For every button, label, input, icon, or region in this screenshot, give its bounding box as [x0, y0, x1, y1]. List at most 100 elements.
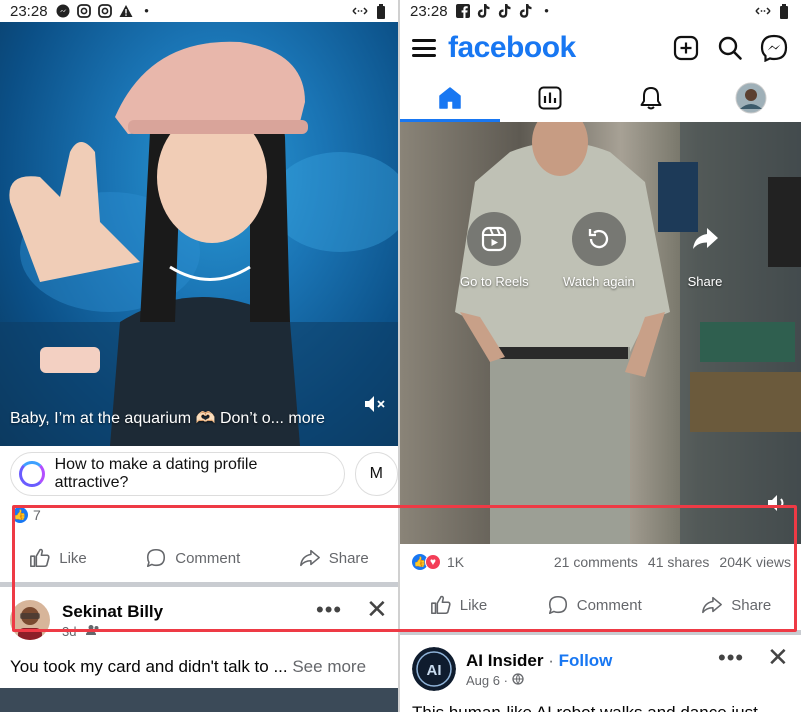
ai-suggestion-chip[interactable]: M — [354, 452, 398, 496]
love-reaction-icon: ♥ — [425, 554, 441, 570]
avatar[interactable] — [10, 600, 50, 640]
status-time: 23:28 — [10, 2, 48, 20]
engagement-stats: 21 comments 41 shares 204K views — [554, 554, 791, 570]
chip-label: M — [369, 465, 383, 482]
video-frame-art — [0, 41, 398, 446]
comment-icon — [548, 595, 567, 615]
create-post-icon[interactable] — [671, 33, 701, 63]
volume-icon[interactable] — [767, 493, 791, 518]
tab-home[interactable] — [400, 74, 501, 122]
video-frame-art — [455, 122, 801, 544]
share-button[interactable]: Share — [299, 547, 369, 569]
dot-icon: • — [144, 3, 149, 18]
nav-tabs — [400, 74, 801, 122]
tiktok-icon — [498, 4, 512, 18]
close-icon[interactable]: ✕ — [767, 642, 789, 673]
app-header: facebook — [400, 22, 801, 74]
next-post-media — [0, 688, 398, 712]
like-reaction-icon: 👍 — [12, 507, 28, 523]
more-options-icon[interactable]: ••• — [316, 597, 342, 623]
post-date: Aug 6 · — [466, 672, 512, 688]
globe-icon — [511, 672, 524, 688]
like-button[interactable]: Like — [430, 594, 487, 616]
watch-again-button[interactable]: Watch again — [563, 212, 635, 289]
tab-professional-dashboard[interactable] — [500, 74, 600, 122]
post-action-bar: Like Comment Share — [0, 540, 398, 576]
dot-icon: • — [544, 3, 549, 18]
comment-label: Comment — [576, 596, 642, 614]
share-reel-label: Share — [687, 274, 723, 289]
chip-label: How to make a dating profile attractive? — [54, 456, 258, 491]
more-options-icon[interactable]: ••• — [718, 645, 744, 671]
ai-suggestion-chip[interactable]: How to make a dating profile attractive? — [10, 452, 345, 496]
ai-suggestion-chips: How to make a dating profile attractive?… — [10, 452, 398, 496]
messenger-icon[interactable] — [759, 33, 789, 63]
data-saver-icon — [755, 4, 771, 18]
post-author-name[interactable]: Sekinat Billy — [62, 602, 163, 622]
home-icon — [439, 87, 461, 109]
messenger-icon — [56, 4, 70, 18]
share-arrow-icon — [299, 549, 320, 567]
see-more-link[interactable]: See more — [288, 657, 366, 676]
go-to-reels-label: Go to Reels — [460, 274, 529, 289]
go-to-reels-button[interactable]: Go to Reels — [460, 212, 529, 289]
video-caption[interactable]: Baby, I’m at the aquarium 🫶🏻 Don’t o... … — [10, 408, 325, 428]
reaction-summary[interactable]: 👍 7 — [12, 507, 41, 523]
reaction-count: 1K — [447, 554, 465, 570]
like-label: Like — [59, 549, 87, 567]
watch-again-label: Watch again — [563, 274, 635, 289]
close-icon[interactable]: ✕ — [366, 594, 388, 625]
tiktok-icon — [477, 4, 491, 18]
data-saver-icon — [352, 4, 368, 18]
dashboard-chart-icon — [538, 86, 562, 110]
menu-icon[interactable] — [412, 39, 436, 57]
follow-separator: · — [543, 650, 559, 670]
post-age: 3d — [62, 623, 77, 639]
comment-button[interactable]: Comment — [547, 594, 642, 616]
comment-button[interactable]: Comment — [145, 547, 240, 569]
shares-count[interactable]: 41 shares — [648, 554, 709, 570]
share-label: Share — [731, 596, 772, 614]
profile-avatar — [735, 82, 767, 114]
share-reel-button[interactable]: Share — [678, 212, 732, 289]
share-arrow-icon — [702, 596, 723, 614]
tab-notifications[interactable] — [601, 74, 701, 122]
post-meta: Aug 6 · — [466, 673, 612, 688]
post-author-name[interactable]: AI Insider — [466, 651, 543, 670]
thumbs-up-icon — [430, 595, 451, 615]
instagram-icon — [76, 4, 91, 18]
reel-video[interactable]: Go to Reels Watch again Share — [400, 122, 801, 544]
facebook-notification-icon — [455, 4, 470, 18]
reels-icon — [467, 212, 522, 266]
status-time: 23:28 — [410, 2, 448, 20]
search-icon[interactable] — [715, 33, 745, 63]
follow-button[interactable]: Follow — [559, 651, 613, 670]
bell-icon — [640, 87, 662, 110]
reaction-summary[interactable]: 👍 ♥ 1K — [412, 554, 464, 570]
thumbs-up-icon — [30, 548, 50, 568]
mute-icon[interactable] — [364, 395, 386, 418]
facebook-logo[interactable]: facebook — [448, 31, 576, 65]
comments-count[interactable]: 21 comments — [554, 554, 638, 570]
post-text: This human-like AI robot walks and dance… — [412, 703, 772, 712]
share-button[interactable]: Share — [701, 594, 771, 616]
reaction-count: 7 — [33, 507, 41, 523]
tiktok-icon — [519, 4, 533, 18]
views-count: 204K views — [719, 554, 791, 570]
page-avatar[interactable]: AI — [412, 647, 456, 691]
caption-more-link[interactable]: more — [284, 410, 324, 427]
tab-profile[interactable] — [701, 74, 801, 122]
warning-icon — [119, 4, 133, 18]
post-text: You took my card and didn't talk to ... … — [10, 657, 366, 677]
post-header: AI AI Insider · Follow Aug 6 · — [412, 647, 612, 691]
share-arrow-icon — [678, 212, 732, 266]
post-body: You took my card and didn't talk to ... — [10, 657, 288, 676]
left-phone-screen: 23:28 • Baby, I’m at the aquarium 🫶🏻 Don… — [0, 0, 398, 712]
battery-icon — [777, 4, 791, 19]
comment-icon — [147, 548, 166, 568]
reel-video[interactable]: Baby, I’m at the aquarium 🫶🏻 Don’t o... … — [0, 22, 398, 446]
like-button[interactable]: Like — [29, 547, 87, 569]
friends-audience-icon — [86, 624, 100, 639]
status-bar: 23:28 • — [400, 0, 801, 22]
right-phone-screen: 23:28 • facebook Go to Reels Watch again… — [400, 0, 801, 712]
